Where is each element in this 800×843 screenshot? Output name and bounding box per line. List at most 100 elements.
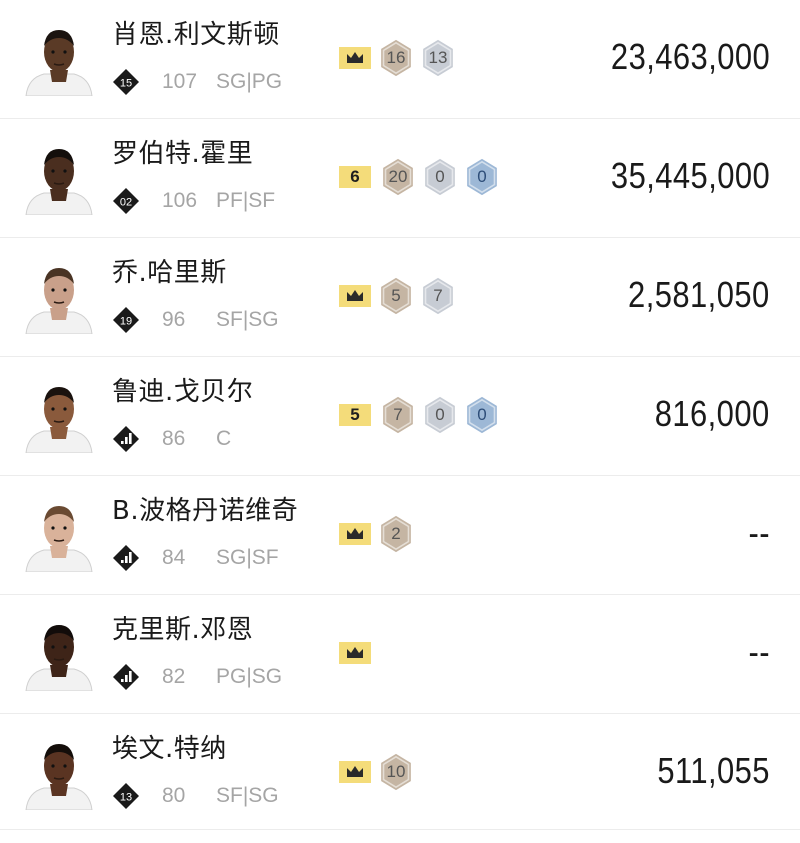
jersey-number: 15 [120, 78, 132, 90]
player-name: 埃文.特纳 [112, 734, 227, 764]
chip-count: 0 [477, 405, 487, 424]
player-row[interactable]: 埃文.特纳 13 80 SF|SG 10 511,055 [0, 714, 800, 830]
player-price: 23,463,000 [610, 36, 770, 77]
player-row[interactable]: 罗伯特.霍里 02 106 PF|SF 6 20 0 0 35,445,000 [0, 119, 800, 238]
player-row[interactable]: 肖恩.利文斯顿 15 107 SG|PG 16 13 23,463,000 [0, 0, 800, 119]
player-name: 罗伯特.霍里 [112, 139, 254, 169]
player-name: 肖恩.利文斯顿 [112, 20, 280, 50]
player-avatar [25, 149, 93, 215]
gray-count-chip: 0 [421, 395, 459, 435]
player-row[interactable]: 克里斯.邓恩 82 PG|SG -- [0, 595, 800, 714]
jersey-number: 02 [120, 197, 132, 209]
chip-count: 13 [428, 48, 448, 67]
gray-count-chip: 13 [419, 38, 457, 78]
jersey-number-badge: 15 [113, 69, 139, 95]
jersey-number: 19 [120, 316, 132, 328]
chip-count: 0 [477, 167, 487, 186]
player-positions: SG|SF [216, 546, 279, 569]
player-avatar [25, 744, 93, 810]
player-positions: SF|SG [216, 784, 279, 807]
tan-count-chip: 7 [379, 395, 417, 435]
player-row[interactable]: 乔.哈里斯 19 96 SF|SG 5 7 2,581,050 [0, 238, 800, 357]
chip-count: 0 [435, 167, 445, 186]
player-meta: 13 80 SF|SG [112, 780, 279, 812]
crown-icon [335, 752, 373, 792]
jersey-number: 13 [120, 792, 132, 804]
badge-chips: 6 20 0 0 [335, 157, 505, 197]
player-rating: 82 [162, 665, 186, 688]
player-avatar [25, 625, 93, 691]
player-meta: 02 106 PF|SF [112, 185, 275, 217]
player-price: -- [748, 512, 770, 553]
player-name: B.波格丹诺维奇 [112, 496, 299, 526]
chip-count: 6 [350, 167, 360, 186]
badge-chips: 2 [335, 514, 419, 554]
player-rating: 86 [162, 427, 186, 450]
tan-count-chip: 2 [377, 514, 415, 554]
blue-count-chip: 0 [463, 157, 501, 197]
player-row[interactable]: B.波格丹诺维奇 84 SG|SF 2 -- [0, 476, 800, 595]
signal-bars-icon [113, 545, 139, 571]
player-avatar [25, 30, 93, 96]
badge-chips: 57 [335, 276, 461, 316]
player-avatar [25, 506, 93, 572]
player-meta: 86 C [112, 423, 231, 455]
player-rating: 106 [162, 189, 198, 212]
tan-count-chip: 5 [377, 276, 415, 316]
badge-chips: 16 13 [335, 38, 461, 78]
gray-count-chip: 7 [419, 276, 457, 316]
player-avatar [25, 268, 93, 334]
player-positions: C [216, 427, 232, 450]
badge-chips: 5 7 0 0 [335, 395, 505, 435]
chip-count: 0 [435, 405, 445, 424]
player-positions: SG|PG [216, 70, 283, 93]
tan-count-chip: 20 [379, 157, 417, 197]
player-name: 鲁迪.戈贝尔 [112, 377, 254, 407]
crown-icon [335, 276, 373, 316]
blue-count-chip: 0 [463, 395, 501, 435]
tan-count-chip: 16 [377, 38, 415, 78]
crown-icon [335, 514, 373, 554]
player-rating: 96 [162, 308, 186, 331]
chip-count: 20 [388, 167, 408, 186]
player-list: 肖恩.利文斯顿 15 107 SG|PG 16 13 23,463,000 罗伯特.霍里 02 1… [0, 0, 800, 830]
player-name: 乔.哈里斯 [112, 258, 227, 288]
player-meta: 84 SG|SF [112, 542, 279, 574]
badge-chips: 10 [335, 752, 419, 792]
player-meta: 15 107 SG|PG [112, 66, 282, 98]
crown-icon [335, 38, 373, 78]
player-meta: 82 PG|SG [112, 661, 282, 693]
chip-count: 10 [386, 762, 406, 781]
player-avatar [25, 387, 93, 453]
player-price: 816,000 [655, 393, 770, 434]
chip-count: 2 [391, 524, 401, 543]
gold-count-chip: 5 [335, 395, 375, 435]
player-price: -- [748, 631, 770, 672]
signal-bars-icon [113, 426, 139, 452]
player-positions: SF|SG [216, 308, 279, 331]
player-rating: 107 [162, 70, 198, 93]
player-positions: PF|SF [216, 189, 276, 212]
chip-count: 5 [391, 286, 401, 305]
chip-count: 7 [393, 405, 403, 424]
chip-count: 5 [350, 405, 360, 424]
player-rating: 84 [162, 546, 186, 569]
player-meta: 19 96 SF|SG [112, 304, 279, 336]
jersey-number-badge: 13 [113, 783, 139, 809]
badge-chips [335, 633, 377, 673]
signal-bars-icon [113, 664, 139, 690]
tan-count-chip: 10 [377, 752, 415, 792]
player-positions: PG|SG [216, 665, 283, 688]
crown-icon [335, 633, 373, 673]
player-price: 35,445,000 [610, 155, 770, 196]
player-row[interactable]: 鲁迪.戈贝尔 86 C 5 7 0 0 816,000 [0, 357, 800, 476]
chip-count: 7 [433, 286, 443, 305]
player-price: 511,055 [657, 750, 770, 791]
chip-count: 16 [386, 48, 406, 67]
gray-count-chip: 0 [421, 157, 459, 197]
player-name: 克里斯.邓恩 [112, 615, 254, 645]
jersey-number-badge: 02 [113, 188, 139, 214]
player-price: 2,581,050 [628, 274, 770, 315]
gold-count-chip: 6 [335, 157, 375, 197]
jersey-number-badge: 19 [113, 307, 139, 333]
